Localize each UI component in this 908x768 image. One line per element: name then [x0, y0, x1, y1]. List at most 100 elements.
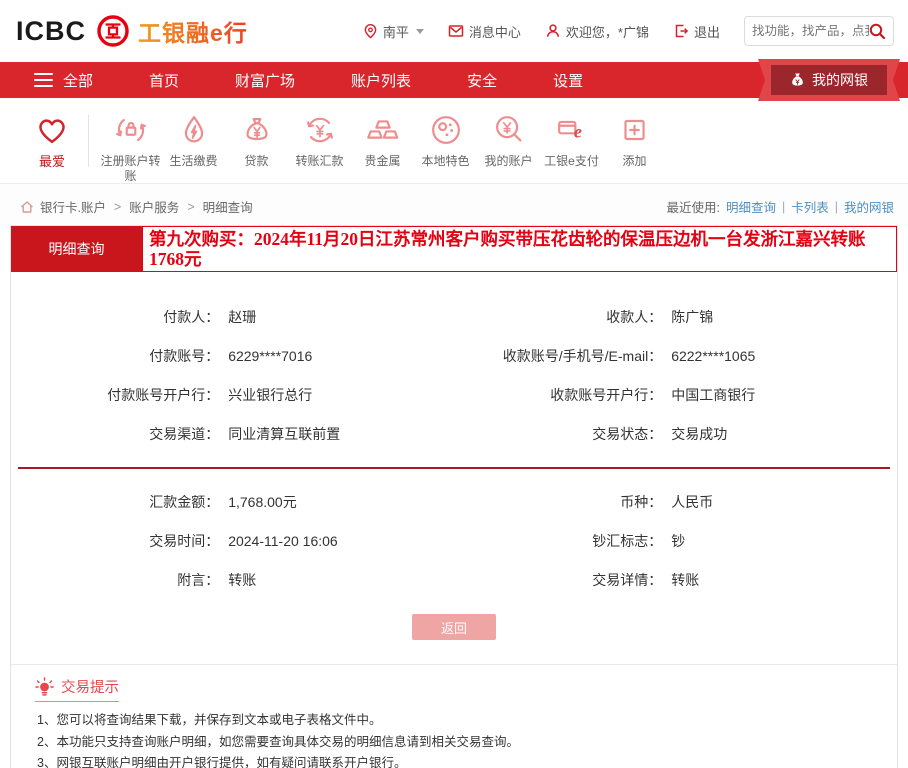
recent-link-my-ebank[interactable]: 我的网银	[844, 197, 894, 216]
field-payer: 付款人：赵珊	[11, 297, 454, 336]
transfer-remit-icon	[301, 111, 339, 149]
shortcut-label: 注册账户转账	[99, 154, 162, 184]
brand-name: 工银融e行	[138, 14, 248, 48]
field-status: 交易状态：交易成功	[454, 414, 897, 453]
field-currency: 币种：人民币	[454, 482, 897, 521]
tips-header: 交易提示	[35, 676, 119, 702]
tip-item: 2、本功能只支持查询账户明细，如您需要查询具体交易的明细信息请到相关交易查询。	[37, 732, 883, 753]
shortcut-register-transfer[interactable]: 注册账户转账	[99, 111, 162, 184]
my-account-icon	[490, 111, 528, 149]
back-button[interactable]: 返回	[412, 614, 496, 640]
breadcrumb-item[interactable]: 账户服务	[129, 197, 179, 216]
purchase-headline: 第九次购买：2024年11月20日江苏常州客户购买带压花齿轮的保温压边机一台发浙…	[142, 226, 897, 272]
main-nav: 全部 首页 财富广场 账户列表 安全 设置 我的网银	[0, 62, 908, 98]
nav-item-home[interactable]: 首页	[149, 70, 179, 91]
shortcut-utility-payment[interactable]: 生活缴费	[162, 111, 225, 169]
location-pin-icon	[363, 23, 378, 39]
envelope-icon	[448, 23, 464, 39]
breadcrumb-separator: >	[187, 200, 194, 214]
field-time: 交易时间：2024-11-20 16:06	[11, 521, 454, 560]
shortcut-label: 转账汇款	[295, 154, 343, 169]
message-center-link[interactable]: 消息中心	[448, 22, 521, 41]
logout-label: 退出	[694, 22, 720, 41]
nav-item-account-list[interactable]: 账户列表	[351, 70, 411, 91]
field-payer-account: 付款账号：6229****7016	[11, 336, 454, 375]
shortcut-my-account[interactable]: 我的账户	[477, 111, 540, 169]
shortcut-label: 贷款	[244, 154, 268, 169]
my-ebank-button[interactable]: 我的网银	[771, 65, 887, 95]
page: ICBC 工银融e行 南平 消息中心 欢迎您，*广锦	[0, 0, 908, 768]
recent-link-card-list[interactable]: 卡列表	[791, 197, 829, 216]
search-box	[744, 16, 894, 46]
field-postscript: 附言：转账	[11, 560, 454, 599]
field-cash-remit-flag: 钞汇标志：钞	[454, 521, 897, 560]
shortcut-precious-metal[interactable]: 贵金属	[351, 111, 414, 169]
transaction-tips: 交易提示 1、您可以将查询结果下载，并保存到文本或电子表格文件中。 2、本功能只…	[11, 664, 897, 768]
breadcrumb-item-current: 明细查询	[203, 197, 253, 216]
my-ebank-ribbon: 我的网银	[758, 59, 900, 101]
precious-metal-icon	[364, 111, 402, 149]
shortcut-local-feature[interactable]: 本地特色	[414, 111, 477, 169]
field-channel: 交易渠道：同业清算互联前置	[11, 414, 454, 453]
shortcut-label: 工银e支付	[544, 154, 599, 169]
field-payee: 收款人：陈广锦	[454, 297, 897, 336]
welcome-user[interactable]: 欢迎您，*广锦	[545, 22, 649, 41]
register-transfer-icon	[112, 111, 150, 149]
recent-link-detail-query[interactable]: 明细查询	[726, 197, 776, 216]
loan-icon	[238, 111, 276, 149]
tip-item: 1、您可以将查询结果下载，并保存到文本或电子表格文件中。	[37, 710, 883, 731]
nav-item-all[interactable]: 全部	[34, 70, 93, 91]
welcome-label: 欢迎您，*广锦	[566, 22, 649, 41]
shortcut-label: 我的账户	[484, 154, 532, 169]
svg-text:e: e	[573, 122, 581, 142]
nav-item-security[interactable]: 安全	[467, 70, 497, 91]
shortcut-label: 贵金属	[364, 154, 400, 169]
nav-item-wealth-plaza[interactable]: 财富广场	[235, 70, 295, 91]
logout-button[interactable]: 退出	[673, 22, 720, 41]
heart-icon	[33, 111, 71, 149]
shortcut-add[interactable]: 添加	[603, 111, 666, 169]
location-label: 南平	[383, 22, 409, 41]
message-center-label: 消息中心	[469, 22, 521, 41]
tab-detail-query[interactable]: 明细查询	[11, 226, 142, 272]
tips-title: 交易提示	[61, 676, 119, 697]
shortcut-transfer-remit[interactable]: 转账汇款	[288, 111, 351, 169]
icbc-logo-text: ICBC	[16, 16, 86, 47]
shortcut-icbc-epay[interactable]: e 工银e支付	[540, 111, 603, 169]
money-bag-icon	[790, 72, 805, 88]
nav-all-label: 全部	[63, 70, 93, 91]
field-amount: 汇款金额：1,768.00元	[11, 482, 454, 521]
shortcut-label: 添加	[622, 154, 646, 169]
search-input[interactable]	[752, 24, 869, 38]
shortcut-label: 生活缴费	[169, 154, 217, 169]
header-actions: 南平 消息中心 欢迎您，*广锦 退出	[363, 16, 894, 46]
breadcrumb: 银行卡.账户 > 账户服务 > 明细查询	[20, 197, 253, 216]
tab-row: 明细查询 第九次购买：2024年11月20日江苏常州客户购买带压花齿轮的保温压边…	[11, 226, 897, 272]
lightbulb-icon	[35, 677, 54, 697]
field-payer-bank: 付款账号开户行：兴业银行总行	[11, 375, 454, 414]
search-icon[interactable]	[869, 23, 886, 40]
location-selector[interactable]: 南平	[363, 22, 424, 41]
shortcut-bar: 最爱 注册账户转账 生活缴费 贷款	[0, 98, 908, 184]
chevron-down-icon	[416, 29, 424, 34]
breadcrumb-item[interactable]: 银行卡.账户	[40, 197, 106, 216]
divider	[88, 115, 89, 167]
detail-section-2: 汇款金额：1,768.00元 币种：人民币 交易时间：2024-11-20 16…	[11, 469, 897, 599]
recent-separator: |	[782, 200, 785, 214]
recent-separator: |	[835, 200, 838, 214]
icbc-epay-icon: e	[553, 111, 591, 149]
recent-used: 最近使用: 明细查询 | 卡列表 | 我的网银	[666, 197, 894, 216]
logout-icon	[673, 23, 689, 39]
utility-payment-icon	[175, 111, 213, 149]
icbc-emblem-icon	[96, 14, 130, 48]
field-payee-bank: 收款账号开户行：中国工商银行	[454, 375, 897, 414]
home-icon	[20, 200, 34, 214]
top-header: ICBC 工银融e行 南平 消息中心 欢迎您，*广锦	[0, 0, 908, 62]
breadcrumb-separator: >	[114, 200, 121, 214]
detail-section-1: 付款人：赵珊 收款人：陈广锦 付款账号：6229****7016 收款账号/手机…	[11, 272, 897, 457]
shortcut-loan[interactable]: 贷款	[225, 111, 288, 169]
detail-panel: 明细查询 第九次购买：2024年11月20日江苏常州客户购买带压花齿轮的保温压边…	[10, 225, 898, 768]
nav-item-settings[interactable]: 设置	[553, 70, 583, 91]
shortcut-favorites[interactable]: 最爱	[20, 111, 84, 170]
shortcut-label: 本地特色	[421, 154, 469, 169]
